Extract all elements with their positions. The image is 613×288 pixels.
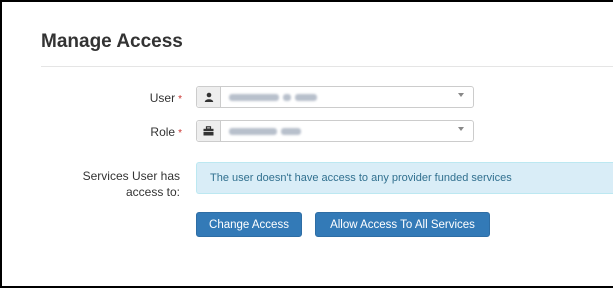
user-select[interactable]: [196, 86, 474, 108]
role-label-text: Role: [150, 125, 176, 139]
user-label: User *: [102, 91, 182, 105]
allow-access-all-services-button[interactable]: Allow Access To All Services: [315, 212, 490, 237]
user-select-value: [229, 92, 317, 102]
role-required-mark: *: [178, 128, 182, 139]
user-required-mark: *: [178, 94, 182, 105]
user-label-text: User: [149, 91, 176, 105]
role-select[interactable]: [196, 120, 474, 142]
services-label-line1: Services User has: [82, 169, 180, 183]
change-access-button[interactable]: Change Access: [196, 212, 302, 237]
page-title: Manage Access: [41, 31, 183, 52]
briefcase-icon: [203, 126, 214, 136]
services-info-alert: The user doesn't have access to any prov…: [196, 162, 613, 194]
chevron-down-icon: [458, 127, 464, 131]
role-select-value: [229, 126, 301, 136]
chevron-down-icon: [458, 93, 464, 97]
user-icon: [204, 92, 213, 102]
role-label: Role *: [102, 125, 182, 139]
user-addon: [197, 87, 221, 107]
title-divider: [41, 66, 613, 67]
services-label-line2: access to:: [125, 185, 180, 199]
manage-access-panel: Manage Access User * Role * Services Use…: [0, 0, 613, 288]
role-addon: [197, 121, 221, 141]
services-label: Services User has access to:: [62, 168, 180, 200]
